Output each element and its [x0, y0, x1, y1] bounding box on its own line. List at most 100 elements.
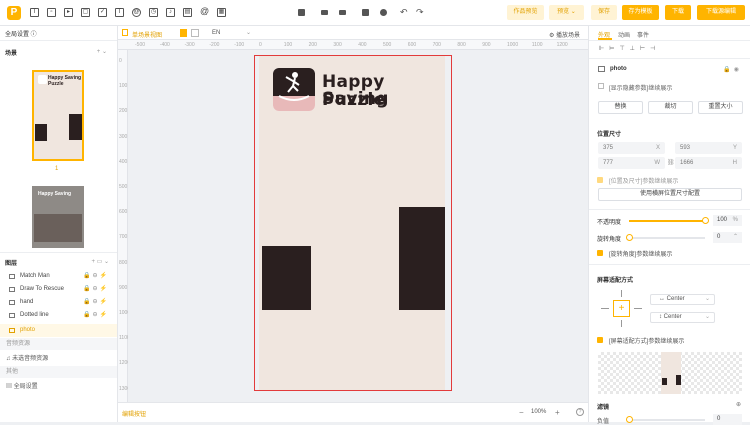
publish-dropdown[interactable]: 预览 ⌄ — [549, 5, 584, 20]
image-tool-icon[interactable]: ▫ — [47, 8, 56, 17]
global-settings-item[interactable]: ▤ 全局设置 — [6, 381, 38, 390]
palette-icon[interactable] — [380, 9, 387, 16]
edit-buttons-link[interactable]: 编辑按钮 — [122, 409, 146, 418]
vertical-align-select[interactable]: ↕ Center ⌄ — [650, 312, 715, 323]
link-ratio-icon[interactable]: ⛓ — [667, 159, 675, 166]
copy-icon[interactable] — [362, 9, 369, 16]
canvas-toolbar: 单场景视图 EN ⌄ ⚙ 播放场景 — [118, 26, 588, 40]
layer-ops[interactable]: 🔒⊖⚡ — [83, 270, 109, 283]
align-tools[interactable]: ⊩⊨⊤⊥⊢⊣ — [599, 45, 660, 52]
layer-item[interactable]: hand 🔒⊖⚡ — [0, 296, 117, 309]
adapt-params-checkbox[interactable] — [597, 337, 603, 343]
tab-events[interactable]: 事件 — [637, 30, 649, 39]
audio-item[interactable]: ♫ 未选音频资源 — [6, 353, 48, 362]
layers-actions[interactable]: + ▭ ⌄ — [91, 258, 109, 265]
ruler-x-tick: 300 — [333, 42, 342, 48]
add-filter-icon[interactable]: ⊕ — [736, 401, 741, 408]
global-settings-link[interactable]: 全局设置 ⓘ — [5, 29, 37, 38]
scene-view-toggle[interactable]: 单场景视图 — [132, 30, 162, 39]
scenes-actions[interactable]: + ⌄ — [97, 48, 107, 55]
layer-ops[interactable]: 🔒⊖⚡ — [83, 309, 109, 322]
landscape-icon[interactable] — [191, 29, 199, 37]
tab-animation[interactable]: 动画 — [618, 30, 630, 39]
layer-item[interactable]: Dotted line 🔒⊖⚡ — [0, 309, 117, 322]
width-field[interactable]: 777 W — [598, 157, 665, 169]
text-box-tool-icon[interactable]: T — [115, 8, 124, 17]
ruler-vertical: 0 100 200 300 400 500 600 700 800 900 1000 1100 1200… — [118, 50, 130, 402]
height-field[interactable]: 1666 H — [675, 157, 742, 169]
redo-icon[interactable]: ↷ — [416, 7, 424, 18]
rotate-params-label: [旋转角度]参数继续展示 — [609, 252, 673, 258]
adapt-params-label: [屏幕适配方式]参数继续展示 — [609, 339, 685, 345]
anchor-widget[interactable]: + — [599, 287, 645, 331]
audio-tool-icon[interactable]: ♪ — [166, 8, 175, 17]
frame-tool-icon[interactable]: ▢ — [81, 8, 90, 17]
ruler-x-tick: -400 — [159, 42, 170, 48]
chevron-down-icon: ⌄ — [704, 296, 710, 302]
image-layer-icon — [598, 66, 605, 72]
scene-thumbnail-1[interactable]: Happy Saving Puzzle — [32, 70, 84, 161]
selection-box[interactable] — [254, 55, 452, 391]
scene-thumbnail-2[interactable]: Happy Saving — [32, 186, 84, 248]
opacity-input[interactable]: 100% — [713, 215, 742, 226]
preview-block-right — [676, 375, 681, 385]
pos-params-label: [位置及尺寸]参数继续展示 — [609, 179, 679, 185]
zoom-in-button[interactable]: + — [555, 408, 560, 417]
chevron-down-icon[interactable]: ⌄ — [246, 29, 251, 36]
align-icon[interactable] — [339, 10, 346, 15]
blur-slider-track[interactable] — [629, 419, 705, 421]
box-tool-icon[interactable]: ▤ — [183, 8, 192, 17]
zoom-out-button[interactable]: − — [519, 408, 524, 417]
anchor-top-line — [621, 290, 622, 297]
x-field[interactable]: 375 X — [598, 142, 665, 154]
grid-tool-icon[interactable]: ▦ — [217, 8, 226, 17]
folder-icon[interactable] — [321, 10, 328, 15]
ruler-x-tick: 700 — [432, 42, 441, 48]
anchor-center-icon[interactable]: + — [613, 300, 630, 317]
layer-item[interactable]: Match Man 🔒⊖⚡ — [0, 270, 117, 283]
show-params-checkbox[interactable] — [598, 83, 604, 89]
download-button[interactable]: 下载 — [665, 5, 691, 20]
video-tool-icon[interactable]: ▸ — [64, 8, 73, 17]
language-select[interactable]: EN — [212, 30, 220, 36]
layer-ops[interactable]: 🔒⊖⚡ — [83, 296, 109, 309]
opacity-slider-knob[interactable] — [702, 217, 709, 224]
apply-landscape-button[interactable]: 使用横屏位置尺寸配置 — [598, 188, 742, 201]
ruler-x-tick: 400 — [358, 42, 367, 48]
blur-input[interactable]: 0 — [713, 414, 742, 425]
tag-tool-icon[interactable]: @ — [132, 8, 141, 17]
save-template-button[interactable]: 存为模板 — [622, 5, 659, 20]
crop-button[interactable]: 裁切 — [648, 101, 693, 114]
layer-ops[interactable]: 🔒⊖⚡ — [83, 283, 109, 296]
check-tool-icon[interactable]: ✓ — [98, 8, 107, 17]
reset-size-button[interactable]: 重置大小 — [698, 101, 743, 114]
stepper-icon[interactable]: ⌃ — [733, 232, 738, 243]
text-tool-icon[interactable]: T — [30, 8, 39, 17]
rotate-slider-knob[interactable] — [626, 234, 633, 241]
at-tool-icon[interactable]: @ — [200, 7, 209, 17]
rotate-slider-track[interactable] — [629, 237, 705, 239]
y-field[interactable]: 593 Y — [675, 142, 742, 154]
lock-eye-icons[interactable]: 🔒◉ — [723, 66, 742, 73]
timer-tool-icon[interactable]: ◷ — [149, 8, 158, 17]
pos-params-checkbox[interactable] — [597, 177, 603, 183]
download-edit-button[interactable]: 下载源编辑 — [697, 5, 745, 20]
play-scene-button[interactable]: ⚙ 播放场景 — [549, 30, 580, 39]
divider — [0, 252, 117, 253]
layer-stack-icon[interactable] — [298, 9, 305, 16]
help-icon[interactable]: ? — [576, 408, 584, 416]
rotate-params-checkbox[interactable] — [597, 250, 603, 256]
layer-item-selected[interactable]: photo — [0, 324, 117, 337]
ruler-x-tick: 500 — [383, 42, 392, 48]
horizontal-align-select[interactable]: ↔ Center ⌄ — [650, 294, 715, 305]
ruler-x-tick: 0 — [259, 42, 262, 48]
rotate-input[interactable]: 0 ⌃ — [713, 232, 742, 243]
save-button[interactable]: 保存 — [591, 5, 617, 20]
layer-item[interactable]: Draw To Rescue 🔒⊖⚡ — [0, 283, 117, 296]
replace-button[interactable]: 替换 — [598, 101, 643, 114]
preview-button[interactable]: 作品预览 — [507, 5, 544, 20]
ruler-x-tick: 1000 — [507, 42, 519, 48]
portrait-icon[interactable] — [180, 29, 187, 37]
undo-icon[interactable]: ↶ — [400, 7, 408, 18]
other-section-title: 其他 — [0, 366, 117, 378]
